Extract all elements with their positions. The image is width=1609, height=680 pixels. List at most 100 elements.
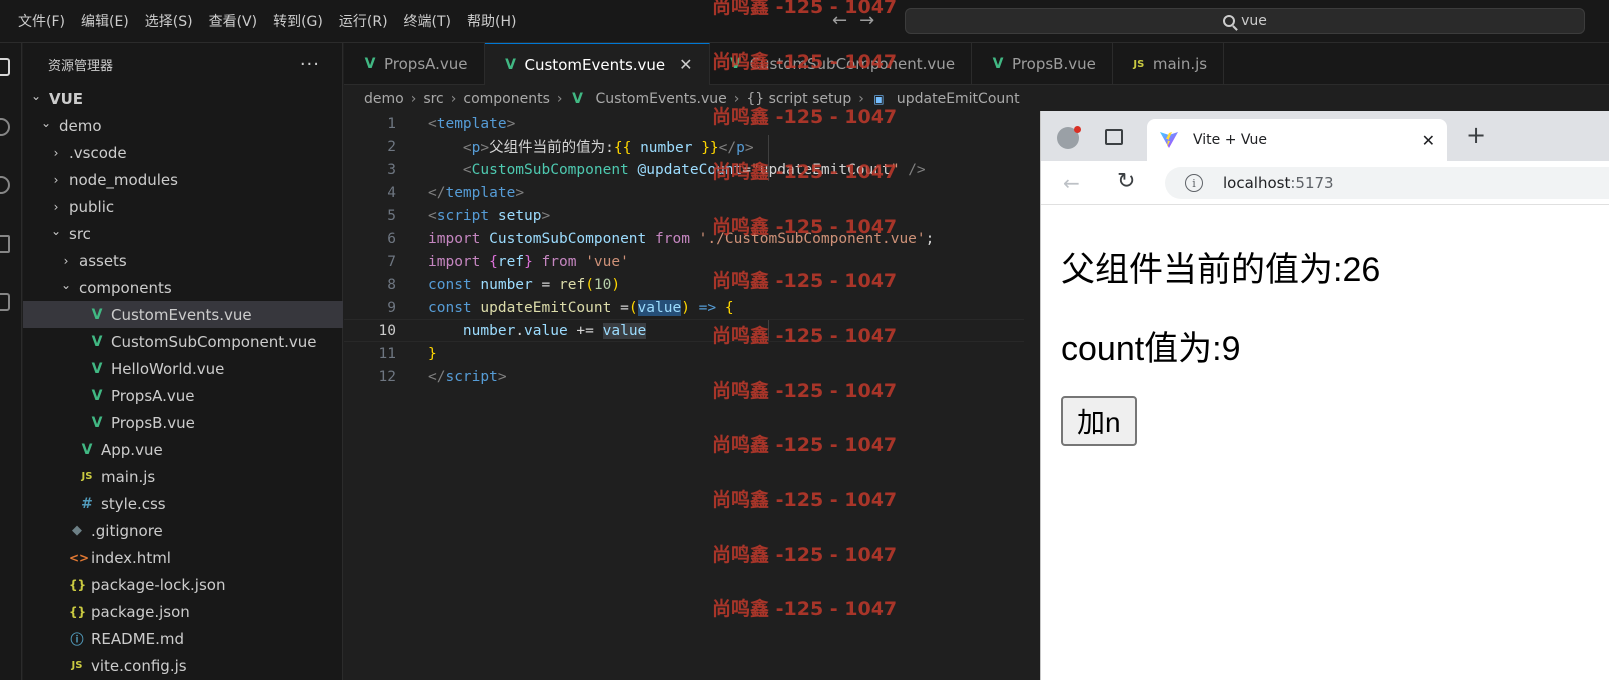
tree-item[interactable]: › .vscode xyxy=(23,139,343,166)
tab-actions-icon[interactable] xyxy=(1105,129,1123,145)
close-tab-icon[interactable]: ✕ xyxy=(1422,131,1435,150)
menu-item[interactable]: 转到(G) xyxy=(265,8,331,36)
menu-item[interactable]: 文件(F) xyxy=(10,8,73,36)
tree-item[interactable]: V CustomEvents.vue xyxy=(23,301,343,328)
browser-back-icon[interactable]: ← xyxy=(1063,171,1080,195)
tree-item[interactable]: V HelloWorld.vue xyxy=(23,355,343,382)
page-content: 父组件当前的值为:26 count值为:9 加n xyxy=(1041,205,1609,680)
tree-item[interactable]: V App.vue xyxy=(23,436,343,463)
chevron-down-icon: ⌄ xyxy=(40,115,52,130)
search-view-icon[interactable] xyxy=(0,118,10,136)
chevron-right-icon: › xyxy=(53,145,59,160)
html-file-icon: <> xyxy=(69,550,90,565)
code-token: ref xyxy=(497,253,525,270)
code-token: 'vue' xyxy=(585,253,629,270)
code-token: CustomSubComponent xyxy=(471,161,629,178)
chevron-right-icon: › xyxy=(53,199,59,214)
source-control-icon[interactable] xyxy=(0,176,10,194)
breadcrumb: demo › src › components › V CustomEvents.vue ›{}… xyxy=(364,88,1020,110)
breadcrumb-item[interactable]: demo xyxy=(364,91,404,107)
tree-item[interactable]: ⓘ README.md xyxy=(23,625,343,652)
line-number: 6 xyxy=(387,230,396,247)
tree-item[interactable]: ⌄ demo xyxy=(23,112,343,139)
breadcrumb-item[interactable]: src xyxy=(423,91,443,107)
explorer-sidebar: 资源管理器 ··· ⌄ VUE ⌄ demo › .vscode › node_modules… xyxy=(23,43,343,680)
tree-item[interactable]: # style.css xyxy=(23,490,343,517)
watermark-text: 尚鸣鑫 -125 - 1047 xyxy=(712,161,898,183)
tree-item[interactable]: V PropsB.vue xyxy=(23,409,343,436)
editor-tab-label: PropsA.vue xyxy=(384,55,468,73)
code-token: </ xyxy=(428,368,446,385)
code-line: 7 import {ref} from 'vue' xyxy=(344,250,1024,273)
tree-item[interactable]: JS main.js xyxy=(23,463,343,490)
tree-item[interactable]: {} package-lock.json xyxy=(23,571,343,598)
tree-item[interactable]: {} package.json xyxy=(23,598,343,625)
address-bar[interactable]: i localhost:5173 xyxy=(1165,167,1609,199)
tree-item[interactable]: JS vite.config.js xyxy=(23,652,343,679)
tree-item-label: .gitignore xyxy=(91,521,163,540)
tree-item[interactable]: V PropsA.vue xyxy=(23,382,343,409)
add-n-button[interactable]: 加n xyxy=(1061,396,1137,446)
tree-item[interactable]: <> index.html xyxy=(23,544,343,571)
tree-item[interactable]: V CustomSubComponent.vue xyxy=(23,328,343,355)
tree-item-label: HelloWorld.vue xyxy=(111,359,225,378)
explorer-icon[interactable] xyxy=(0,58,10,76)
tree-item[interactable]: ⌄ components xyxy=(23,274,343,301)
code-token: template xyxy=(436,115,507,132)
menu-item[interactable]: 查看(V) xyxy=(201,8,266,36)
code-editor[interactable]: 1 <template> 2 <p>父组件当前的值为:{{ number }}</p… xyxy=(344,112,1024,680)
browser-tabstrip: Vite + Vue ✕ + xyxy=(1041,111,1609,161)
menu-item[interactable]: 选择(S) xyxy=(137,8,201,36)
code-line: 4 </template> xyxy=(344,181,1024,204)
editor-tab[interactable]: V CustomEvents.vue ✕ xyxy=(484,43,710,85)
code-token: setup xyxy=(497,207,542,224)
code-token: const xyxy=(428,276,472,293)
screen: 文件(F) 编辑(E) 选择(S) 查看(V) 转到(G) 运行(R) 终端(T) 帮助(H)… xyxy=(0,0,1609,680)
tree-item[interactable]: ⌄ VUE xyxy=(23,85,343,112)
editor-tab[interactable]: JS main.js xyxy=(1113,43,1225,85)
code-token: script xyxy=(436,207,490,224)
extensions-icon[interactable] xyxy=(0,293,10,311)
tree-item-label: assets xyxy=(79,251,127,270)
browser-tab[interactable]: Vite + Vue ✕ xyxy=(1147,119,1447,161)
editor-tab-label: CustomEvents.vue xyxy=(524,55,666,74)
menu-item[interactable]: 编辑(E) xyxy=(73,8,137,36)
menu-item[interactable]: 运行(R) xyxy=(331,8,396,36)
tree-item[interactable]: › node_modules xyxy=(23,166,343,193)
code-token: > xyxy=(541,207,551,224)
run-debug-icon[interactable] xyxy=(0,235,10,253)
breadcrumb-item[interactable]: components xyxy=(463,91,550,107)
reload-icon[interactable]: ↻ xyxy=(1117,169,1135,194)
close-tab-icon[interactable]: ✕ xyxy=(679,55,692,74)
chevron-right-icon: › xyxy=(53,172,59,187)
command-center-search[interactable]: vue xyxy=(905,8,1585,34)
watermark-text: 尚鸣鑫 -125 - 1047 xyxy=(712,51,898,73)
tree-item[interactable]: ◆ .gitignore xyxy=(23,517,343,544)
code-line: 12 </script> xyxy=(344,365,1024,388)
menu-item[interactable]: 帮助(H) xyxy=(459,8,524,36)
code-token: += xyxy=(567,322,603,339)
site-info-icon[interactable]: i xyxy=(1185,174,1203,192)
breadcrumb-item[interactable]: CustomEvents.vue xyxy=(595,91,726,107)
editor-tab[interactable]: V PropsB.vue xyxy=(972,43,1113,85)
editor-tab[interactable]: V PropsA.vue xyxy=(344,43,485,85)
vue-file-icon: V xyxy=(992,56,1004,72)
tree-item[interactable]: ⌄ src xyxy=(23,220,343,247)
browser-window: Vite + Vue ✕ + ← ↻ i localhost:5173 父组件当… xyxy=(1040,111,1609,680)
breadcrumb-item[interactable]: updateEmitCount xyxy=(897,91,1020,107)
tree-item[interactable]: › assets xyxy=(23,247,343,274)
tree-item[interactable]: › public xyxy=(23,193,343,220)
code-token: p xyxy=(736,140,745,156)
code-token: ) xyxy=(681,299,690,316)
tree-item-label: PropsA.vue xyxy=(111,386,195,405)
tree-item-label: README.md xyxy=(91,629,185,648)
more-actions-icon[interactable]: ··· xyxy=(300,54,320,75)
menu-item[interactable]: 终端(T) xyxy=(396,8,459,36)
code-token: from xyxy=(655,230,690,247)
new-tab-icon[interactable]: + xyxy=(1466,121,1486,149)
